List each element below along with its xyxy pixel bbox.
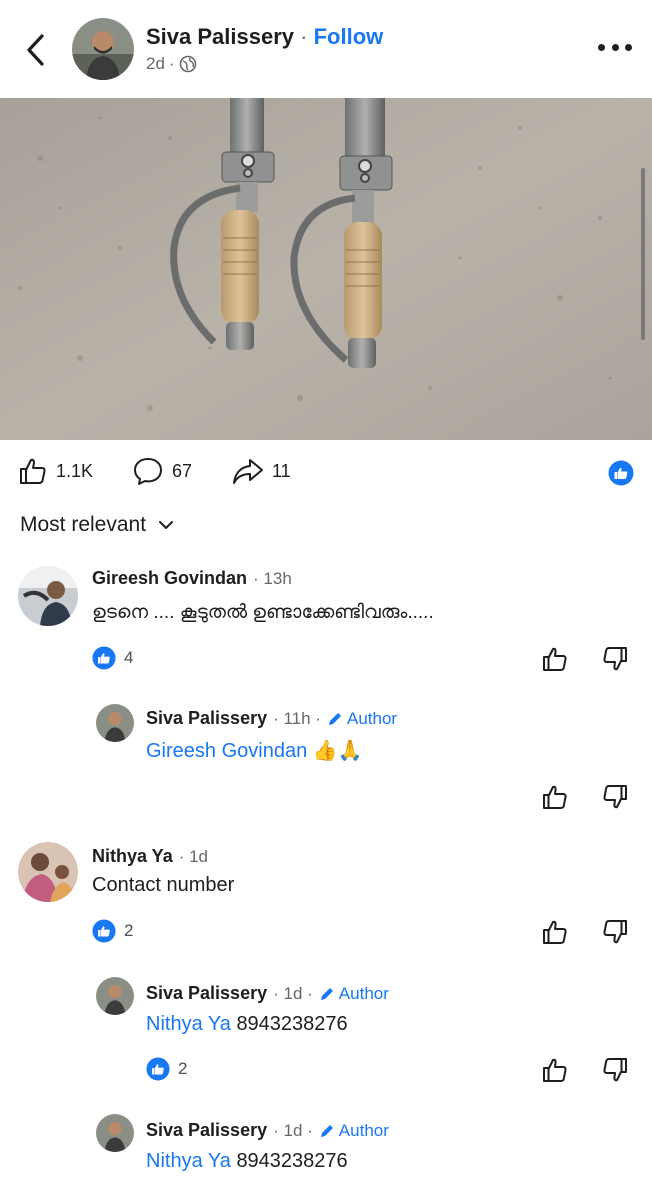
comment-item: Gireesh Govindan · 13h ഉടനെ .... കൂടുതൽ … xyxy=(0,560,652,690)
avatar[interactable] xyxy=(96,1114,134,1152)
comment-text: Nithya Ya 8943238276 xyxy=(146,1150,348,1173)
comment-author-row: Siva Palissery · 11h · Author xyxy=(146,708,397,729)
post-photo[interactable] xyxy=(0,98,652,440)
upvote-icon[interactable] xyxy=(540,782,570,812)
comment-text: Gireesh Govindan 👍🙏 xyxy=(146,738,363,763)
post-meta: 2d · xyxy=(146,54,197,74)
comment-time: · 1d · xyxy=(273,1120,313,1140)
mention-link[interactable]: Gireesh Govindan xyxy=(146,740,307,762)
downvote-icon[interactable] xyxy=(600,917,630,947)
avatar[interactable] xyxy=(18,842,78,902)
author-label: Author xyxy=(346,708,398,728)
comment-item: Nithya Ya · 1d Contact number 2 xyxy=(0,840,652,960)
mention-link[interactable]: Nithya Ya xyxy=(146,1150,231,1172)
like-button[interactable]: 1.1K xyxy=(18,456,93,486)
pencil-icon xyxy=(320,1124,333,1137)
pencil-icon xyxy=(328,712,341,725)
downvote-icon[interactable] xyxy=(600,1055,630,1085)
comment-author-row: Gireesh Govindan · 13h xyxy=(92,568,292,589)
comment-bubble-icon xyxy=(134,458,162,485)
author-badge: Author xyxy=(319,1121,389,1141)
share-button[interactable]: 11 xyxy=(232,456,291,486)
comment-reactions[interactable]: 4 xyxy=(92,646,133,670)
comment-reactions[interactable]: 2 xyxy=(146,1057,187,1081)
reaction-count: 4 xyxy=(124,648,134,667)
author-label: Author xyxy=(338,983,389,1003)
meta-separator: · xyxy=(168,54,175,73)
comment-text: ഉടനെ .... കൂടുതൽ ഉണ്ടാക്കേണ്ടിവരും..... xyxy=(92,602,434,623)
like-count: 1.1K xyxy=(56,460,94,481)
reaction-count: 2 xyxy=(178,1059,188,1078)
comment-reply: Siva Palissery · 11h · Author Gireesh Go… xyxy=(0,700,652,820)
share-arrow-icon xyxy=(233,459,263,484)
mention-link[interactable]: Nithya Ya xyxy=(146,1013,231,1035)
comment-reply: Siva Palissery · 1d · Author Nithya Ya 8… xyxy=(0,1110,652,1200)
comment-time: · 1d · xyxy=(273,983,313,1003)
avatar[interactable] xyxy=(96,704,134,742)
post-header: Siva Palissery · Follow 2d · xyxy=(0,0,652,98)
author-name[interactable]: Siva Palissery xyxy=(146,24,294,49)
comment-author[interactable]: Siva Palissery xyxy=(146,1120,267,1141)
comment-author[interactable]: Gireesh Govindan xyxy=(92,568,247,589)
author-badge: Author xyxy=(319,984,389,1004)
downvote-icon[interactable] xyxy=(600,782,630,812)
comment-sort-dropdown[interactable]: Most relevant xyxy=(20,513,174,537)
more-options-icon[interactable] xyxy=(598,44,632,54)
comment-time: · 11h · xyxy=(273,708,321,728)
pencil-icon xyxy=(320,987,333,1000)
upvote-icon[interactable] xyxy=(540,917,570,947)
author-label: Author xyxy=(338,1120,389,1140)
avatar[interactable] xyxy=(18,566,78,626)
comment-text: Nithya Ya 8943238276 xyxy=(146,1013,348,1036)
comment-author[interactable]: Nithya Ya xyxy=(92,846,173,867)
like-reaction-icon[interactable] xyxy=(608,460,634,486)
avatar[interactable] xyxy=(96,977,134,1015)
comment-author-row: Siva Palissery · 1d · Author xyxy=(146,983,389,1004)
reaction-count: 2 xyxy=(124,921,134,940)
comment-author[interactable]: Siva Palissery xyxy=(146,708,267,729)
like-reaction-icon xyxy=(92,919,116,943)
chevron-down-icon xyxy=(159,521,174,529)
phone-number: 8943238276 xyxy=(236,1013,348,1035)
like-reaction-icon xyxy=(146,1057,170,1081)
comment-author-row: Siva Palissery · 1d · Author xyxy=(146,1120,389,1141)
back-arrow-icon[interactable] xyxy=(22,32,50,68)
post-age: 2d xyxy=(146,54,165,73)
author-name-row: Siva Palissery · Follow xyxy=(146,24,383,50)
thumbs-up-icon xyxy=(20,458,46,484)
author-avatar[interactable] xyxy=(72,18,134,80)
comment-emoji: 👍🙏 xyxy=(312,740,363,762)
comment-text: Contact number xyxy=(92,874,235,896)
downvote-icon[interactable] xyxy=(600,644,630,674)
globe-icon xyxy=(179,55,196,73)
comment-count: 67 xyxy=(172,460,193,481)
comment-time: · 13h xyxy=(253,568,292,588)
author-badge: Author xyxy=(327,709,397,729)
sort-label: Most relevant xyxy=(20,513,147,536)
comment-time: · 1d xyxy=(178,846,209,866)
phone-number: 8943238276 xyxy=(236,1150,348,1172)
upvote-icon[interactable] xyxy=(540,644,570,674)
comment-button[interactable]: 67 xyxy=(132,456,192,486)
share-count: 11 xyxy=(272,460,291,481)
follow-button[interactable]: Follow xyxy=(314,24,384,49)
like-reaction-icon xyxy=(92,646,116,670)
upvote-icon[interactable] xyxy=(540,1055,570,1085)
comment-reply: Siva Palissery · 1d · Author Nithya Ya 8… xyxy=(0,973,652,1093)
scrollbar-thumb[interactable] xyxy=(641,168,645,340)
comment-author[interactable]: Siva Palissery xyxy=(146,983,267,1004)
post-actions: 1.1K 67 11 xyxy=(0,448,652,498)
comment-author-row: Nithya Ya · 1d xyxy=(92,846,208,867)
name-separator: · xyxy=(300,24,308,49)
comment-reactions[interactable]: 2 xyxy=(92,919,133,943)
